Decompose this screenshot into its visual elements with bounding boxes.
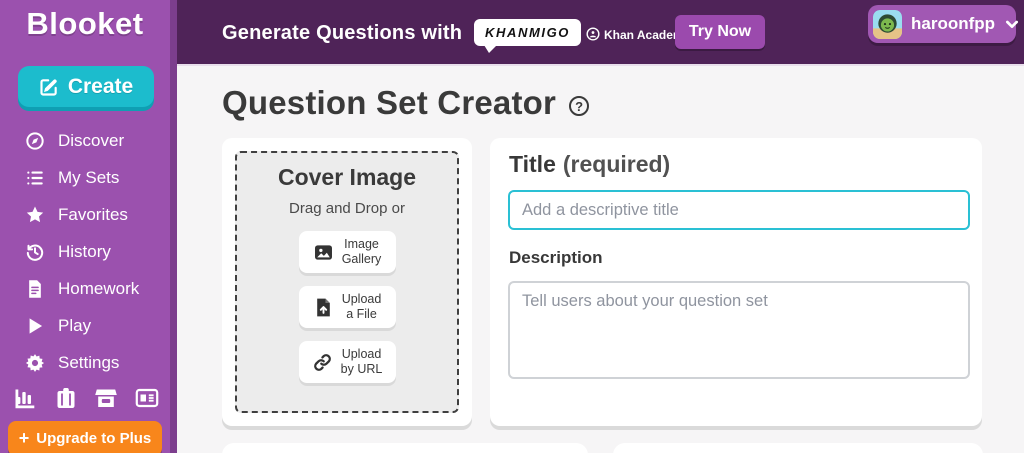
stats-icon[interactable] [13,386,37,409]
sidebar-item-my-sets[interactable]: My Sets [25,159,170,196]
plus-icon: + [18,428,30,448]
sidebar-item-play[interactable]: Play [25,307,170,344]
file-upload-icon [316,298,330,316]
sidebar-item-homework[interactable]: Homework [25,270,170,307]
sidebar-item-label: Favorites [58,204,128,224]
page-title: Question Set Creator [222,84,557,121]
username-label: haroonfpp [911,14,996,33]
play-icon [29,317,43,334]
sidebar-item-label: Settings [58,352,120,372]
sidebar-item-label: Homework [58,278,140,298]
button-label-line1: Upload [341,347,382,361]
market-icon[interactable] [94,386,118,408]
sidebar-item-favorites[interactable]: Favorites [25,196,170,233]
try-now-button[interactable]: Try Now [675,15,765,49]
create-button[interactable]: Create [18,66,154,107]
image-gallery-button[interactable]: Image Gallery [298,231,396,273]
sidebar: Blooket Create Discover My Sets Favorite… [0,0,177,453]
button-label-line1: Upload [341,292,382,306]
description-textarea[interactable] [508,281,970,379]
cover-image-dropzone[interactable]: Cover Image Drag and Drop or Image Galle… [235,151,459,413]
description-label: Description [509,248,603,267]
button-label-line2: by URL [340,362,383,376]
upload-url-button[interactable]: Upload by URL [298,341,396,383]
blooket-question-set-creator-page: Generate Questions with KHANMIGO by Khan… [0,0,1024,453]
cover-image-subtitle: Drag and Drop or [289,200,405,217]
blooket-logo[interactable]: Blooket [0,6,170,42]
button-label-line1: Image [344,237,379,251]
chevron-down-icon [1004,16,1020,32]
cover-image-card: Cover Image Drag and Drop or Image Galle… [222,138,472,426]
sidebar-footer-icons [13,386,159,409]
gear-icon [25,353,45,372]
upload-file-button[interactable]: Upload a File [298,286,396,328]
khanmigo-logo: KHANMIGO [474,19,582,53]
khanmigo-promo-banner: Generate Questions with KHANMIGO by Khan… [177,0,1024,66]
button-label-line2: a File [346,307,377,321]
user-avatar [873,9,902,39]
briefcase-icon[interactable] [54,386,78,408]
button-label-line2: Gallery [341,252,382,266]
by-label: by [570,31,581,42]
sidebar-nav: Discover My Sets Favorites History Homew… [25,122,170,381]
star-icon [26,206,44,222]
compass-icon [26,131,44,150]
title-description-card: Title(required) Description [490,138,982,426]
sidebar-item-label: Discover [58,130,125,150]
list-icon [27,171,43,184]
bottom-right-card [613,443,983,453]
title-required-label: (required) [562,151,671,177]
help-icon[interactable]: ? [569,96,590,116]
title-input[interactable] [508,190,970,230]
title-label: Title (required) [509,151,670,178]
title-label-text: Title [509,151,556,177]
cover-image-buttons: Image Gallery Upload a File Upload by UR… [237,231,457,383]
image-icon [314,244,332,260]
upgrade-to-plus-button[interactable]: + Upgrade to Plus [8,421,162,453]
khan-academy-logo-icon [586,27,600,41]
sidebar-item-history[interactable]: History [25,233,170,270]
link-icon [313,353,331,371]
sidebar-item-discover[interactable]: Discover [25,122,170,159]
sidebar-item-label: My Sets [58,167,120,187]
history-icon [26,244,44,261]
news-icon[interactable] [135,386,159,408]
banner-headline: Generate Questions with [222,22,463,44]
user-menu[interactable]: haroonfpp [868,5,1019,43]
create-button-label: Create [67,74,134,98]
sidebar-item-settings[interactable]: Settings [25,344,170,381]
cover-image-title: Cover Image [277,164,417,190]
document-icon [29,279,41,298]
sidebar-item-label: History [58,241,111,261]
upgrade-button-label: Upgrade to Plus [36,430,152,447]
edit-pencil-icon [40,78,57,96]
page-title-row: Question Set Creator ? [222,84,590,122]
bottom-left-card [222,443,588,453]
sidebar-item-label: Play [58,315,92,335]
